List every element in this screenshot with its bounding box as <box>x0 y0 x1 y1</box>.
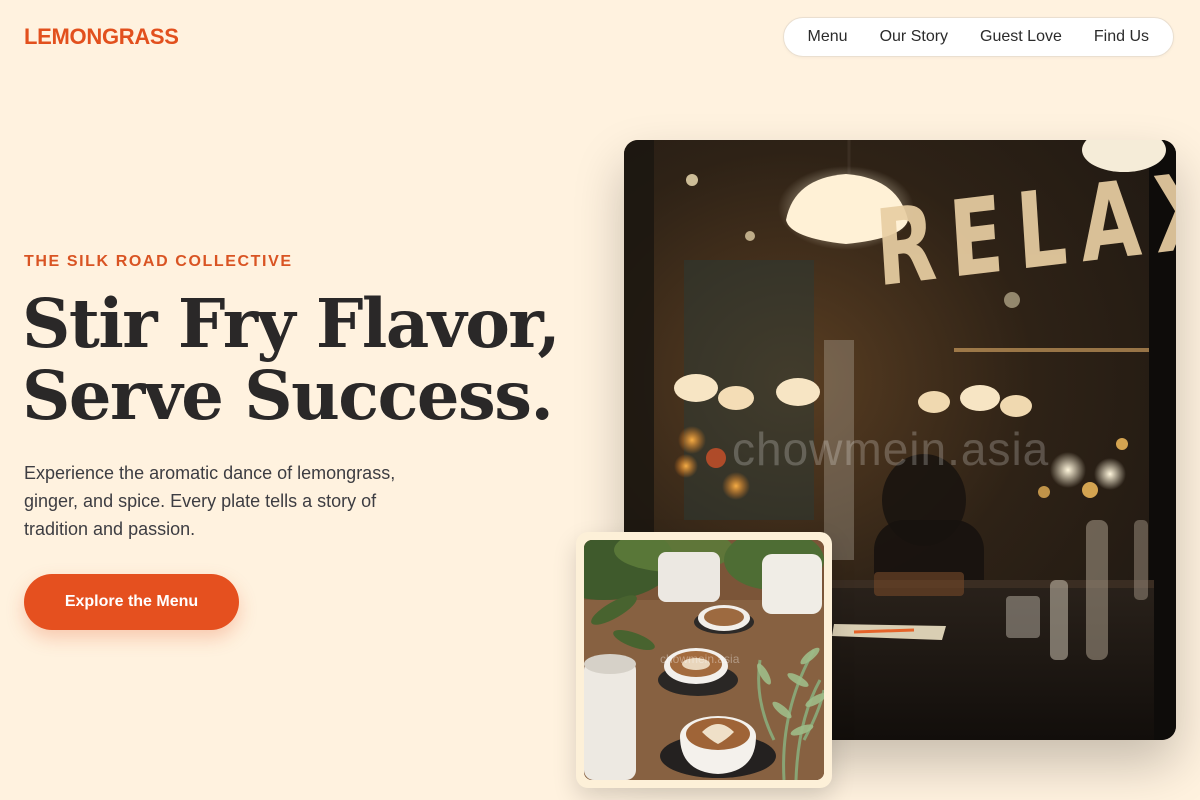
nav-item-guest-love[interactable]: Guest Love <box>980 28 1062 46</box>
hero-headline-line-1: Stir Fry Flavor, <box>22 284 561 363</box>
landing-page: LEMONGRASS Menu Our Story Guest Love Fin… <box>0 0 1200 800</box>
hero-headline-line-2: Serve Success. <box>22 356 554 435</box>
watermark-small: chowmein.asia <box>660 652 740 666</box>
coffee-photo: chowmein.asia <box>584 540 824 780</box>
hero-eyebrow: THE SILK ROAD COLLECTIVE <box>24 253 293 270</box>
hero-headline: Stir Fry Flavor, Serve Success. <box>22 288 582 432</box>
hero-description: Experience the aromatic dance of lemongr… <box>24 463 396 539</box>
nav-item-our-story[interactable]: Our Story <box>880 28 948 46</box>
top-nav: Menu Our Story Guest Love Find Us <box>782 17 1174 57</box>
explore-menu-button[interactable]: Explore the Menu <box>24 574 239 630</box>
watermark-main: chowmein.asia <box>732 423 1050 475</box>
nav-item-find-us[interactable]: Find Us <box>1094 28 1149 46</box>
coffee-photo-card: chowmein.asia <box>576 532 832 788</box>
nav-item-menu[interactable]: Menu <box>808 28 848 46</box>
brand-logo[interactable]: LEMONGRASS <box>24 24 179 50</box>
